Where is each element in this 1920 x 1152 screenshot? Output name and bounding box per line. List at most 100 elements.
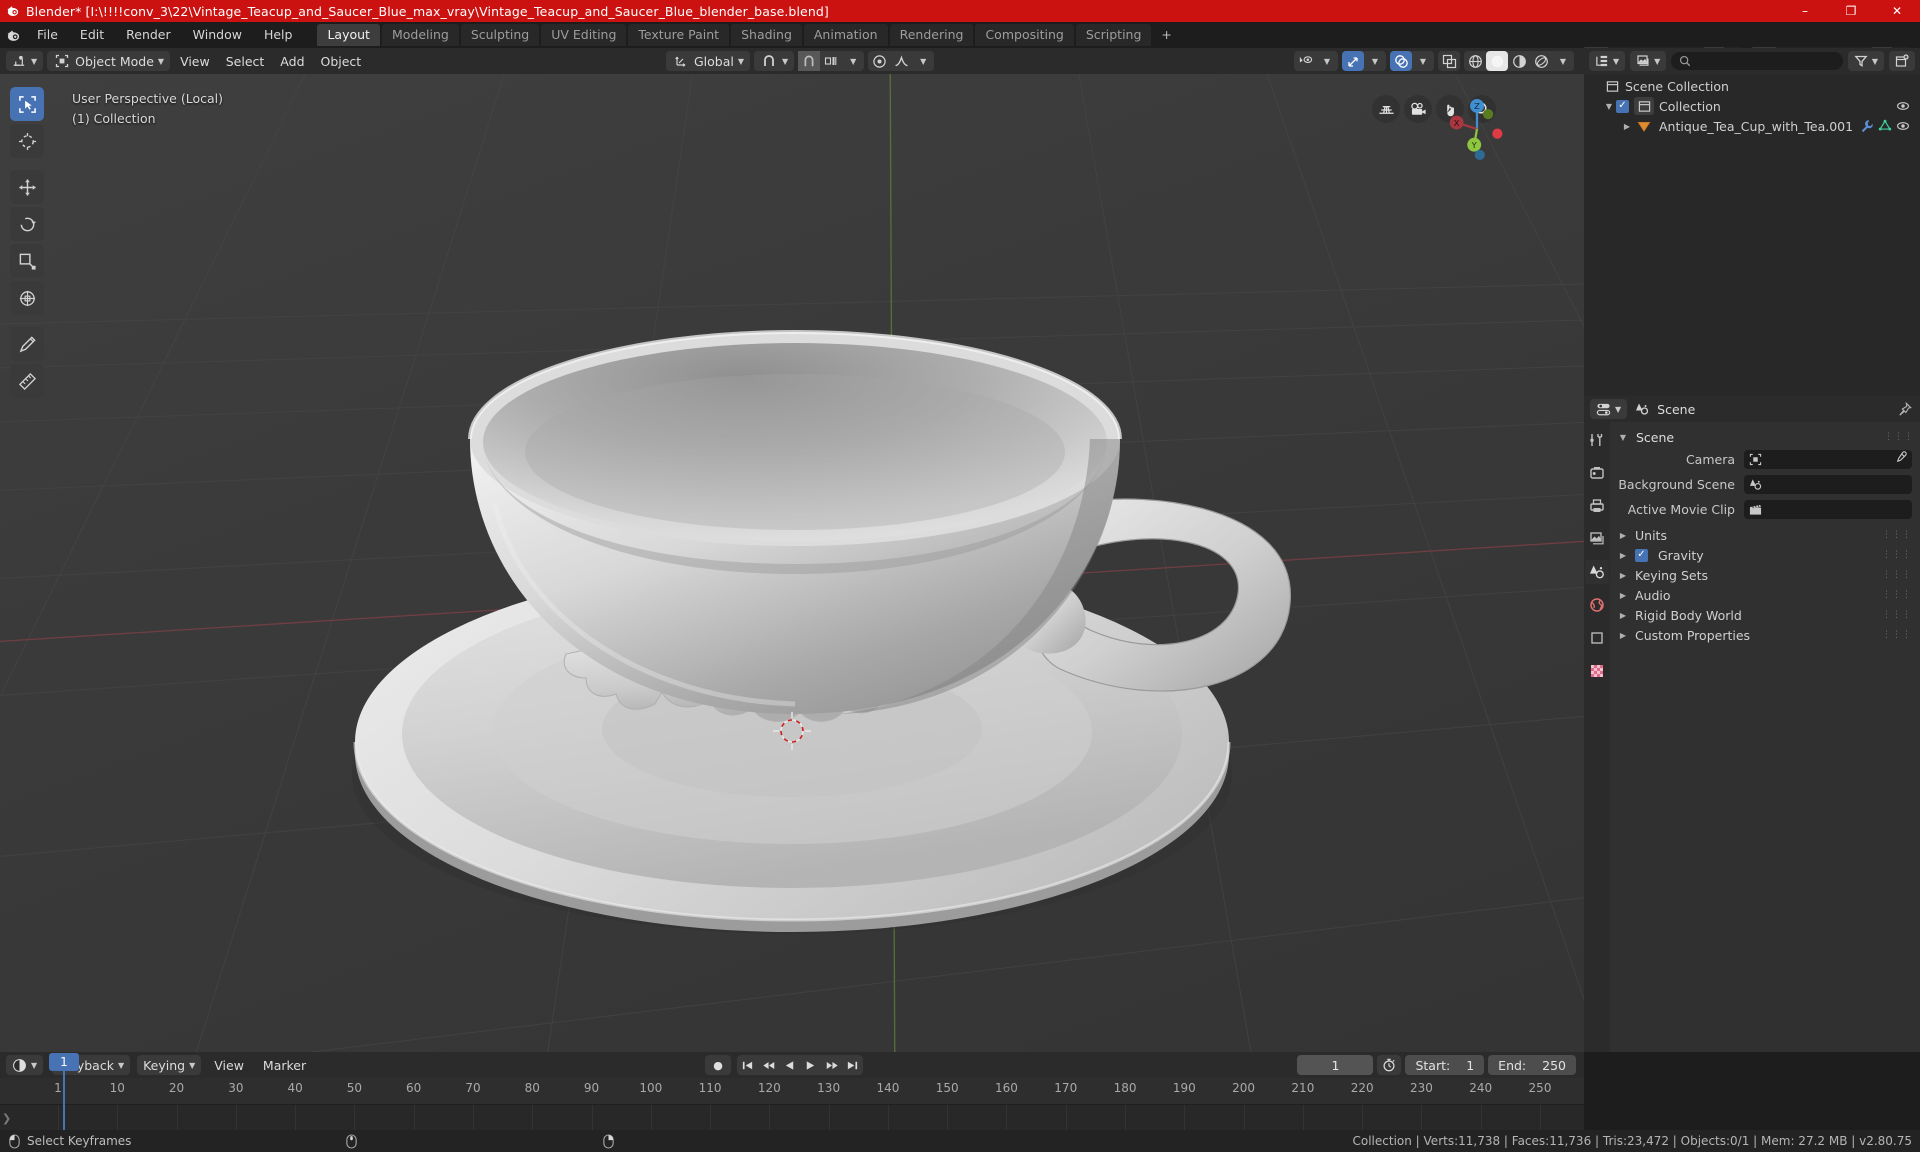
visibility-eye-icon[interactable] [1894,99,1912,113]
3d-viewport[interactable]: User Perspective (Local) (1) Collection … [0,74,1584,1052]
move-tool[interactable] [10,170,44,204]
sidebar-toggle-arrow-icon[interactable]: ❯ [2,1112,11,1125]
rigid-body-world-section[interactable]: ▶ Rigid Body World ⋮⋮⋮ [1610,605,1920,625]
frame-range-end[interactable]: End: 250 [1488,1055,1576,1075]
shading-wireframe-icon[interactable] [1464,51,1486,71]
expand-triangle-icon[interactable]: ▶ [1616,525,1630,545]
workspace-tab-rendering[interactable]: Rendering [889,24,974,46]
overlays-icon[interactable] [1390,51,1412,71]
jump-to-prev-keyframe-button[interactable] [758,1055,779,1075]
editor-type-timeline-icon[interactable]: ▼ [6,1055,44,1075]
current-frame-field[interactable]: 1 [1297,1055,1374,1075]
keying-sets-section[interactable]: ▶ Keying Sets ⋮⋮⋮ [1610,565,1920,585]
xray-toggle-icon[interactable] [1438,51,1460,71]
menu-edit[interactable]: Edit [69,25,115,45]
modifier-wrench-icon[interactable] [1858,119,1876,133]
outliner-row-antique-tea-cup[interactable]: ▶ Antique_Tea_Cup_with_Tea.001 [1584,116,1920,136]
visibility-eye-icon[interactable] [1894,119,1912,133]
proportional-edit-icon[interactable] [868,51,890,71]
playhead-marker[interactable]: 1 [48,1053,79,1071]
workspace-tab-modeling[interactable]: Modeling [381,24,459,46]
chevron-down-icon[interactable]: ▼ [842,51,864,71]
close-button[interactable]: ✕ [1874,0,1920,22]
outliner-search-input[interactable] [1671,52,1843,70]
scene-panel-header[interactable]: ▼ Scene ⋮⋮⋮ [1610,426,1920,448]
menu-render[interactable]: Render [115,25,182,45]
object-properties-tab[interactable] [1585,626,1609,650]
scene-properties-tab[interactable] [1585,560,1609,584]
workspace-tab-animation[interactable]: Animation [803,24,888,46]
transform-orientation-selector[interactable]: Global ▼ [666,51,751,71]
audio-section[interactable]: ▶ Audio ⋮⋮⋮ [1610,585,1920,605]
shading-rendered-icon[interactable] [1530,51,1552,71]
outliner-filter-id-icon[interactable]: ▼ [1630,51,1667,71]
gravity-checkbox[interactable]: ✓ [1635,548,1648,562]
rotate-tool[interactable] [10,207,44,241]
pin-icon[interactable] [1896,400,1914,418]
filter-funnel-icon[interactable]: ▼ [1847,51,1884,71]
timeline-menu-marker[interactable]: Marker [257,1055,312,1075]
chevron-down-icon[interactable]: ▼ [1412,51,1434,71]
menu-window[interactable]: Window [182,25,253,45]
workspace-tab-scripting[interactable]: Scripting [1075,24,1152,46]
camera-field[interactable] [1744,449,1912,469]
chevron-down-icon[interactable]: ▼ [1364,51,1386,71]
shading-solid-icon[interactable] [1486,51,1508,71]
units-section[interactable]: ▶ Units ⋮⋮⋮ [1610,525,1920,545]
object-visibility-icon[interactable] [1294,51,1316,71]
expand-triangle-icon[interactable]: ▼ [1602,96,1616,116]
smooth-falloff-icon[interactable] [890,51,912,71]
expand-triangle-icon[interactable]: ▶ [1620,116,1634,136]
expand-triangle-icon[interactable]: ▶ [1616,585,1630,605]
menu-help[interactable]: Help [253,25,304,45]
expand-triangle-icon[interactable]: ▶ [1616,565,1630,585]
viewport-menu-add[interactable]: Add [274,51,310,71]
snap-increment-icon[interactable] [820,51,842,71]
expand-triangle-icon[interactable]: ▶ [1616,625,1630,645]
select-box-tool[interactable] [10,87,44,121]
expand-triangle-icon[interactable]: ▶ [1616,545,1630,565]
chevron-down-icon[interactable]: ▼ [912,51,934,71]
transform-tool[interactable] [10,281,44,315]
jump-to-next-keyframe-button[interactable] [821,1055,842,1075]
timeline-menu-view[interactable]: View [208,1055,250,1075]
timeline-track-area[interactable] [0,1104,1584,1131]
workspace-tab-shading[interactable]: Shading [731,24,802,46]
view-grid-icon[interactable] [1372,95,1400,123]
viewport-menu-object[interactable]: Object [315,51,368,71]
output-properties-tab[interactable] [1585,494,1609,518]
teacup-and-saucer-model[interactable] [0,74,1584,1052]
cursor-tool[interactable] [10,124,44,158]
measure-tool[interactable] [10,364,44,398]
view-layer-properties-tab[interactable] [1585,527,1609,551]
editor-type-properties-icon[interactable]: ▼ [1590,399,1628,419]
render-properties-tab[interactable] [1585,461,1609,485]
timeline-ruler[interactable]: 1 10 20 30 40 50 60 70 80 90 100 110 120 130 140 150 160… [0,1078,1584,1104]
annotate-tool[interactable] [10,327,44,361]
tool-properties-tab[interactable] [1585,428,1609,452]
view-axis-gizmo[interactable]: Z X Y [1440,92,1514,166]
outliner-row-scene-collection[interactable]: Scene Collection [1584,76,1920,96]
collection-checkbox[interactable]: ✓ [1616,99,1629,113]
workspace-tab-texture-paint[interactable]: Texture Paint [628,24,730,46]
snap-settings-button[interactable]: ▼ [754,51,795,71]
gravity-section[interactable]: ▶ ✓ Gravity ⋮⋮⋮ [1610,545,1920,565]
workspace-tab-uv-editing[interactable]: UV Editing [541,24,627,46]
play-reverse-button[interactable] [779,1055,800,1075]
expand-triangle-icon[interactable]: ▼ [1616,427,1630,447]
minimize-button[interactable]: – [1782,0,1828,22]
chevron-down-icon[interactable]: ▼ [1316,51,1338,71]
workspace-tab-layout[interactable]: Layout [317,24,380,46]
maximize-button[interactable]: ❐ [1828,0,1874,22]
jump-to-start-button[interactable] [737,1055,758,1075]
workspace-tab-sculpting[interactable]: Sculpting [460,24,540,46]
shading-material-icon[interactable] [1508,51,1530,71]
record-keyframe-button[interactable]: ● [705,1055,731,1075]
jump-to-end-button[interactable] [842,1055,863,1075]
timeline-menu-keying[interactable]: Keying ▼ [137,1055,202,1075]
viewport-menu-select[interactable]: Select [220,51,271,71]
outliner-display-mode-icon[interactable]: ▼ [1589,51,1626,71]
texture-properties-tab[interactable] [1585,659,1609,683]
scale-tool[interactable] [10,244,44,278]
mesh-data-icon[interactable] [1876,119,1894,133]
